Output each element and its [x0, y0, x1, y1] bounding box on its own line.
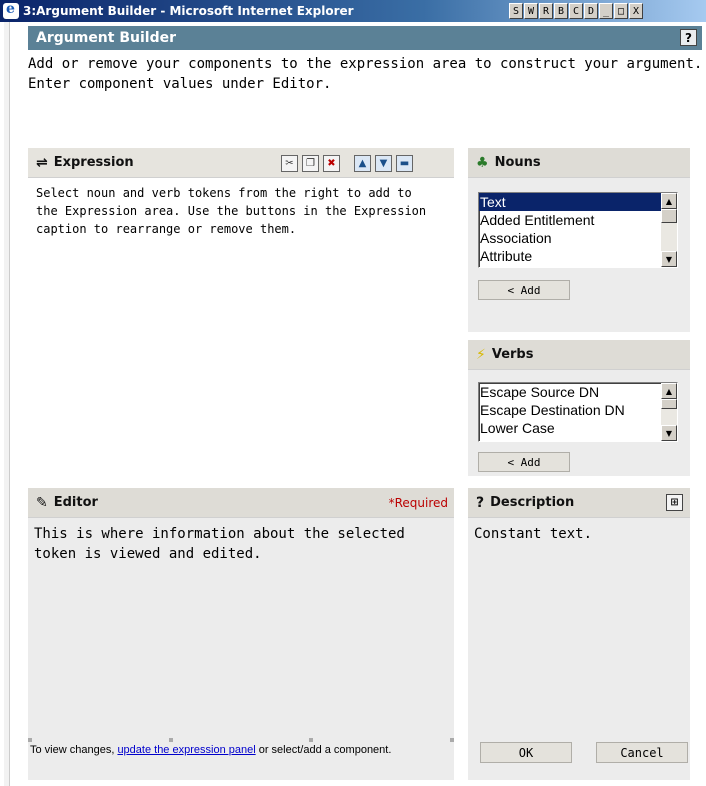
page-edge	[4, 22, 10, 786]
pencil-icon: ✎	[36, 494, 48, 511]
title-button-c[interactable]: C	[569, 3, 583, 19]
internet-explorer-icon	[3, 1, 19, 19]
title-button-s[interactable]: S	[509, 3, 523, 19]
editor-panel: ✎ Editor *Required This is where informa…	[28, 488, 454, 780]
delete-icon[interactable]: ✖	[323, 155, 340, 172]
cancel-button[interactable]: Cancel	[596, 742, 688, 763]
description-panel: ? Description ⊞ Constant text. OK Cancel	[468, 488, 690, 780]
page-header: Argument Builder ?	[28, 26, 702, 50]
list-item[interactable]: Escape Destination DN	[479, 401, 677, 419]
scroll-thumb[interactable]	[661, 399, 677, 409]
page-title: Argument Builder	[36, 30, 176, 46]
nouns-icon: ♣	[476, 154, 489, 171]
minimize-button[interactable]: _	[599, 3, 613, 19]
scroll-down-icon[interactable]: ▼	[661, 251, 677, 267]
list-item[interactable]: Lower Case	[479, 419, 677, 437]
maximize-button[interactable]: □	[614, 3, 628, 19]
editor-footer: To view changes, update the expression p…	[30, 744, 440, 757]
scroll-up-icon[interactable]: ▲	[661, 383, 677, 399]
window-title: 3:Argument Builder - Microsoft Internet …	[23, 4, 354, 18]
expression-header: ⇌ Expression ✂ ❐ ✖ ▲ ▼ ▬	[28, 148, 454, 178]
title-bar-buttons: S W R B C D _ □ X	[509, 3, 643, 19]
nouns-header: ♣ Nouns	[468, 148, 690, 178]
ok-button[interactable]: OK	[480, 742, 572, 763]
window-title-bar: 3:Argument Builder - Microsoft Internet …	[0, 0, 706, 22]
intro-text: Add or remove your components to the exp…	[28, 56, 703, 92]
editor-body: This is where information about the sele…	[34, 526, 405, 562]
expression-panel: ⇌ Expression ✂ ❐ ✖ ▲ ▼ ▬ Select noun and…	[28, 148, 454, 478]
move-down-icon[interactable]: ▼	[375, 155, 392, 172]
scroll-up-icon[interactable]: ▲	[661, 193, 677, 209]
add-noun-button[interactable]: < Add	[478, 280, 570, 300]
nouns-scrollbar[interactable]: ▲ ▼	[661, 193, 677, 267]
description-toggle-icon[interactable]: ⊞	[666, 494, 683, 511]
required-label: *Required	[388, 496, 448, 510]
title-button-w[interactable]: W	[524, 3, 538, 19]
add-verb-button[interactable]: < Add	[478, 452, 570, 472]
editor-title: Editor	[53, 495, 98, 510]
expression-title: Expression	[53, 155, 134, 170]
scroll-down-icon[interactable]: ▼	[661, 425, 677, 441]
cut-icon[interactable]: ✂	[281, 155, 298, 172]
verbs-panel: ⚡ Verbs Escape Source DN Escape Destinat…	[468, 340, 690, 476]
verbs-title: Verbs	[491, 347, 534, 362]
list-item[interactable]: Attribute	[479, 247, 677, 265]
description-body: Constant text.	[474, 526, 593, 542]
list-item[interactable]: Added Entitlement	[479, 211, 677, 229]
verbs-list[interactable]: Escape Source DN Escape Destination DN L…	[478, 382, 678, 442]
collapse-icon[interactable]: ▬	[396, 155, 413, 172]
verbs-icon: ⚡	[476, 346, 486, 363]
list-item[interactable]: Association	[479, 229, 677, 247]
description-header: ? Description ⊞	[468, 488, 690, 518]
list-item[interactable]: Escape Source DN	[479, 383, 677, 401]
expression-toolbar: ✂ ❐ ✖ ▲ ▼ ▬	[281, 155, 413, 172]
help-icon: ?	[476, 494, 485, 511]
footer-prefix: To view changes,	[30, 744, 118, 756]
help-button[interactable]: ?	[680, 29, 697, 46]
update-expression-link[interactable]: update the expression panel	[117, 744, 255, 756]
title-button-d[interactable]: D	[584, 3, 598, 19]
move-up-icon[interactable]: ▲	[354, 155, 371, 172]
verbs-scrollbar[interactable]: ▲ ▼	[661, 383, 677, 441]
editor-header: ✎ Editor *Required	[28, 488, 454, 518]
scroll-thumb[interactable]	[661, 209, 677, 223]
close-button[interactable]: X	[629, 3, 643, 19]
expression-icon: ⇌	[36, 154, 48, 171]
title-button-b[interactable]: B	[554, 3, 568, 19]
nouns-list[interactable]: Text Added Entitlement Association Attri…	[478, 192, 678, 268]
footer-suffix: or select/add a component.	[255, 744, 392, 756]
nouns-panel: ♣ Nouns Text Added Entitlement Associati…	[468, 148, 690, 332]
expression-body: Select noun and verb tokens from the rig…	[36, 186, 427, 236]
list-item[interactable]: Text	[479, 193, 661, 211]
description-title: Description	[490, 495, 575, 510]
title-button-r[interactable]: R	[539, 3, 553, 19]
copy-icon[interactable]: ❐	[302, 155, 319, 172]
nouns-title: Nouns	[494, 155, 541, 170]
verbs-header: ⚡ Verbs	[468, 340, 690, 370]
